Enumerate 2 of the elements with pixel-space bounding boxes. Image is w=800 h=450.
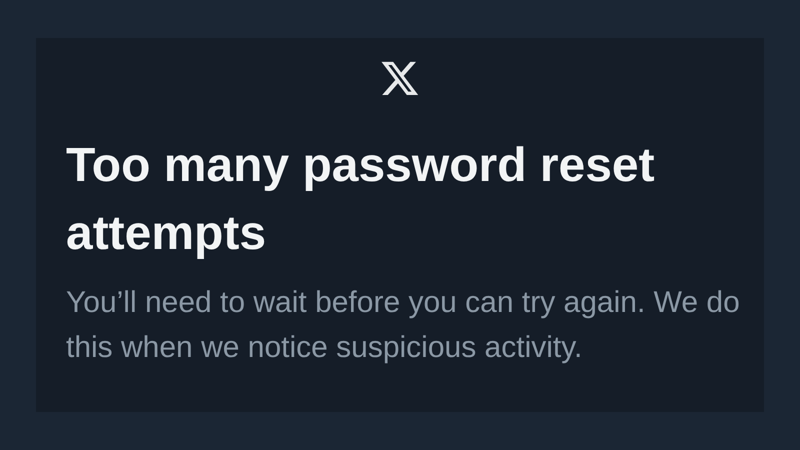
dialog-message: You’ll need to wait before you can try again. We do this when we notice suspicious activity. (66, 285, 741, 366)
dialog-title: Too many password reset attempts (66, 138, 656, 262)
